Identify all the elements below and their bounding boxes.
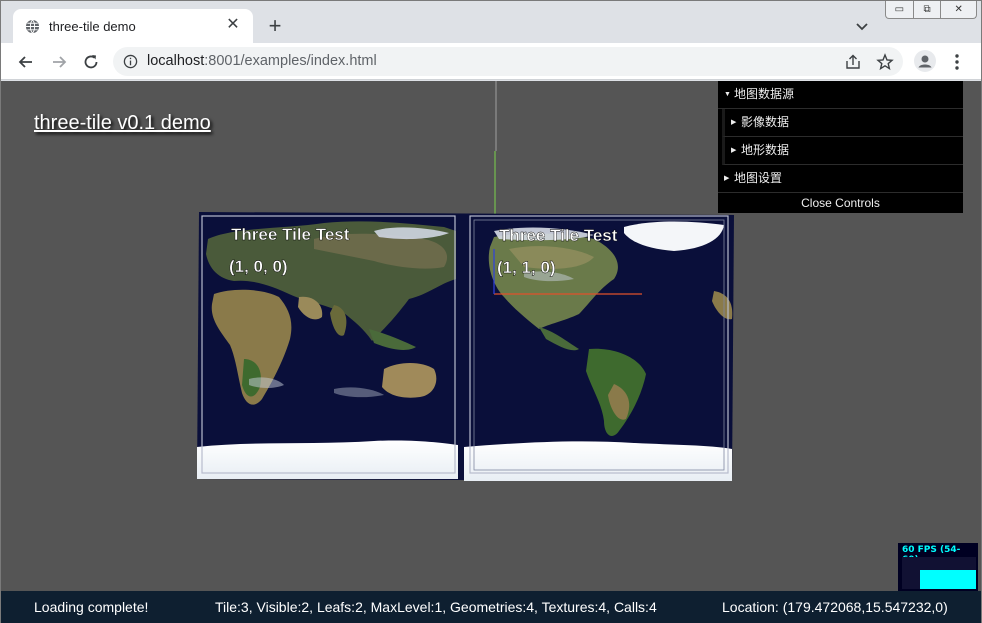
close-controls-button[interactable]: Close Controls bbox=[718, 193, 963, 213]
tile-caption-right: Three Tile Test bbox=[499, 226, 618, 245]
triangle-right-icon: ▶ bbox=[731, 147, 737, 154]
info-icon[interactable] bbox=[123, 54, 138, 69]
triangle-right-icon: ▶ bbox=[724, 175, 730, 182]
reload-button[interactable] bbox=[78, 49, 104, 75]
triangle-down-icon: ▼ bbox=[724, 91, 731, 98]
folder-map-source-label: 地图数据源 bbox=[734, 87, 795, 101]
address-bar[interactable]: localhost:8001/examples/index.html bbox=[113, 47, 903, 76]
window-close-button[interactable]: ✕ bbox=[941, 1, 976, 18]
folder-imagery-label: 影像数据 bbox=[741, 115, 790, 129]
tab-active[interactable]: three-tile demo ✕ bbox=[13, 9, 253, 43]
back-button[interactable] bbox=[13, 49, 39, 75]
reload-icon bbox=[84, 55, 98, 69]
tab-title: three-tile demo bbox=[49, 19, 136, 34]
folder-map-source[interactable]: ▼ 地图数据源 bbox=[718, 81, 963, 109]
render-stats: Tile:3, Visible:2, Leafs:2, MaxLevel:1, … bbox=[215, 599, 657, 615]
tile-caption-left: Three Tile Test bbox=[231, 225, 350, 244]
status-bar: Loading complete! Tile:3, Visible:2, Lea… bbox=[1, 591, 981, 623]
tile-coords-left: (1, 0, 0) bbox=[229, 257, 288, 276]
window-controls: ▭ ⧉ ✕ bbox=[885, 1, 977, 19]
kebab-menu-icon[interactable] bbox=[947, 52, 967, 72]
fps-graph bbox=[902, 557, 976, 589]
star-icon[interactable] bbox=[876, 53, 894, 71]
restore-button[interactable]: ⧉ bbox=[914, 1, 942, 18]
forward-button[interactable] bbox=[46, 49, 72, 75]
tile-coords-right: (1, 1, 0) bbox=[497, 258, 556, 277]
profile-icon[interactable] bbox=[914, 50, 936, 72]
folder-terrain[interactable]: ▶ 地形数据 bbox=[722, 137, 963, 165]
browser-toolbar: localhost:8001/examples/index.html bbox=[1, 43, 981, 80]
triangle-right-icon: ▶ bbox=[731, 119, 737, 126]
fps-graph-fill bbox=[920, 569, 976, 589]
location-readout: Location: (179.472068,15.547232,0) bbox=[722, 599, 948, 615]
minimize-button[interactable]: ▭ bbox=[886, 1, 914, 18]
chevron-down-icon[interactable] bbox=[853, 17, 871, 35]
folder-map-settings[interactable]: ▶ 地图设置 bbox=[718, 165, 963, 193]
folder-map-settings-label: 地图设置 bbox=[734, 171, 783, 185]
controls-panel: ▼ 地图数据源 ▶ 影像数据 ▶ 地形数据 ▶ 地图设置 Close Contr… bbox=[718, 81, 963, 213]
forward-arrow-icon bbox=[53, 56, 67, 68]
browser-window: three-tile demo ✕ + ▭ ⧉ ✕ localhost:8001… bbox=[0, 0, 982, 623]
url-text: localhost:8001/examples/index.html bbox=[147, 53, 377, 69]
close-icon[interactable]: ✕ bbox=[223, 15, 243, 35]
plus-icon[interactable]: + bbox=[263, 15, 287, 39]
loading-status: Loading complete! bbox=[34, 599, 149, 615]
tab-strip: three-tile demo ✕ + ▭ ⧉ ✕ bbox=[1, 1, 981, 43]
globe-icon bbox=[25, 19, 40, 34]
map-canvas[interactable]: Three Tile Test (1, 0, 0) Three Tile Tes… bbox=[194, 209, 734, 481]
share-icon[interactable] bbox=[844, 53, 862, 71]
folder-imagery[interactable]: ▶ 影像数据 bbox=[722, 109, 963, 137]
folder-terrain-label: 地形数据 bbox=[741, 143, 790, 157]
page-viewport: three-tile v0.1 demo Three Tile Test (1,… bbox=[1, 81, 981, 623]
fps-meter[interactable]: 60 FPS (54-60) bbox=[898, 543, 978, 591]
back-arrow-icon bbox=[18, 56, 32, 68]
